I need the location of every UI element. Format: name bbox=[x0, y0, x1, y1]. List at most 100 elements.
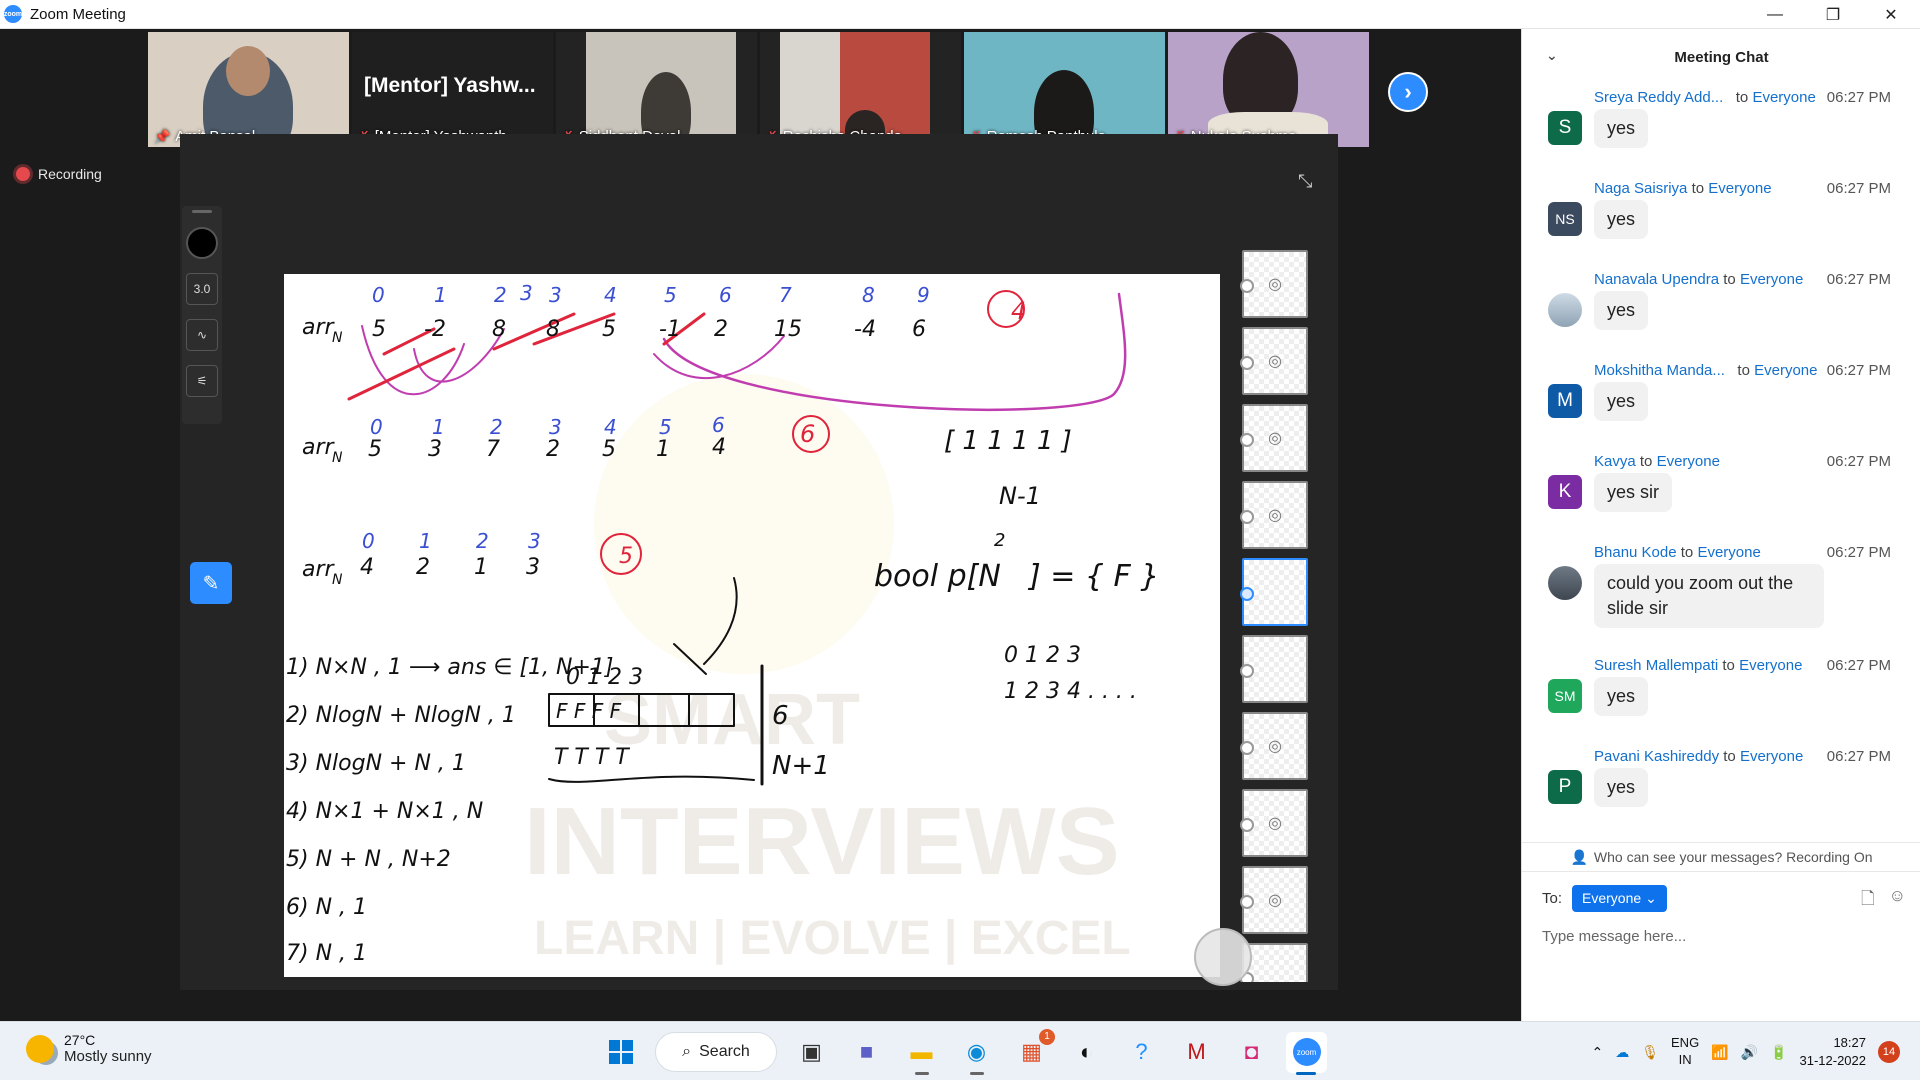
slide-thumbnail[interactable]: ◎ bbox=[1240, 327, 1308, 395]
message-bubble[interactable]: could you zoom out the slide sir bbox=[1594, 564, 1824, 629]
message-recipient[interactable]: Everyone bbox=[1740, 748, 1803, 765]
message-sender[interactable]: Suresh Mallempati bbox=[1594, 657, 1718, 674]
avatar[interactable] bbox=[1548, 293, 1582, 327]
avatar[interactable]: K bbox=[1548, 475, 1582, 509]
slide-thumbnail-active[interactable] bbox=[1240, 558, 1308, 626]
mcafee-icon[interactable]: M bbox=[1176, 1032, 1217, 1073]
collapse-arrows-icon[interactable]: ⤡ bbox=[1298, 171, 1312, 192]
message-recipient[interactable]: Everyone bbox=[1739, 657, 1802, 674]
restore-button[interactable]: ❐ bbox=[1804, 0, 1862, 29]
avatar[interactable]: NS bbox=[1548, 202, 1582, 236]
message-sender[interactable]: Kavya bbox=[1594, 453, 1636, 470]
slide-thumbnail[interactable]: ◎ bbox=[1240, 712, 1308, 780]
message-bubble[interactable]: yes sir bbox=[1594, 473, 1673, 513]
message-bubble[interactable]: yes bbox=[1594, 768, 1649, 808]
message-recipient[interactable]: Everyone bbox=[1657, 453, 1720, 470]
message-input[interactable] bbox=[1542, 922, 1902, 950]
instagram-icon[interactable]: ◘ bbox=[1231, 1032, 1272, 1073]
chevron-down-icon[interactable]: ⌄ bbox=[1546, 47, 1558, 64]
message-bubble[interactable]: yes bbox=[1594, 109, 1649, 149]
participant-tile[interactable]: ✗Ramesh Panthula bbox=[964, 32, 1165, 147]
message-bubble[interactable]: yes bbox=[1594, 291, 1649, 331]
message-recipient[interactable]: Everyone bbox=[1708, 180, 1771, 197]
message-sender[interactable]: Pavani Kashireddy bbox=[1594, 748, 1719, 765]
recipient-dropdown[interactable]: Everyone ⌄ bbox=[1572, 885, 1667, 912]
avatar[interactable]: SM bbox=[1548, 679, 1582, 713]
onedrive-icon[interactable]: ☁ bbox=[1615, 1044, 1629, 1061]
thumb-radio[interactable] bbox=[1240, 433, 1254, 447]
language-indicator[interactable]: ENG IN bbox=[1671, 1035, 1699, 1069]
message-sender[interactable]: Sreya Reddy Add... bbox=[1594, 89, 1723, 106]
microphone-icon[interactable]: 🎙 bbox=[1641, 1044, 1659, 1061]
message-sender[interactable]: Naga Saisriya bbox=[1594, 180, 1687, 197]
battery-icon[interactable]: 🔋 bbox=[1770, 1044, 1787, 1061]
slide-thumbnail[interactable]: ◎ bbox=[1240, 789, 1308, 857]
edge-browser-icon[interactable]: ◉ bbox=[956, 1032, 997, 1075]
task-view-icon[interactable]: ▣ bbox=[791, 1032, 832, 1073]
avatar[interactable] bbox=[1548, 566, 1582, 600]
message-recipient[interactable]: Everyone bbox=[1754, 362, 1817, 379]
participant-tile[interactable]: ✗Siddhant Dayal bbox=[556, 32, 757, 147]
thumb-radio[interactable] bbox=[1240, 356, 1254, 370]
emoji-icon[interactable]: ☺ bbox=[1889, 886, 1906, 915]
weather-widget[interactable]: 27°C Mostly sunny bbox=[26, 1032, 152, 1065]
wifi-icon[interactable]: 📶 bbox=[1711, 1044, 1728, 1061]
whiteboard-canvas[interactable]: SMART INTERVIEWS LEARN | EVOLVE | EXCEL bbox=[284, 274, 1220, 977]
message-sender[interactable]: Mokshitha Manda... bbox=[1594, 362, 1725, 379]
message-recipient[interactable]: Everyone bbox=[1740, 271, 1803, 288]
message-recipient[interactable]: Everyone bbox=[1697, 544, 1760, 561]
file-icon[interactable]: 🗋 bbox=[1861, 886, 1875, 915]
zoom-taskbar-icon[interactable]: zoom bbox=[1286, 1031, 1327, 1075]
privacy-notice[interactable]: 👤 Who can see your messages? Recording O… bbox=[1522, 842, 1920, 872]
participant-tile[interactable]: [Mentor] Yashw... ✗[Mentor] Yashwanth bbox=[352, 32, 553, 147]
participant-tile[interactable]: ✗Nukala Sushma bbox=[1168, 32, 1369, 147]
minimize-button[interactable]: — bbox=[1746, 0, 1804, 29]
slide-thumbnail[interactable]: ◎ bbox=[1240, 866, 1308, 934]
svg-text:3: 3 bbox=[549, 283, 562, 307]
pen-style-button[interactable]: ∿ bbox=[186, 319, 218, 351]
recording-indicator[interactable]: Recording bbox=[16, 166, 102, 182]
slide-thumbnail[interactable] bbox=[1240, 635, 1308, 703]
toolbar-grip[interactable] bbox=[192, 210, 212, 213]
avatar[interactable]: S bbox=[1548, 111, 1582, 145]
chevron-up-icon[interactable]: ⌃ bbox=[1592, 1044, 1604, 1061]
settings-sliders-button[interactable]: ⚟ bbox=[186, 365, 218, 397]
volume-icon[interactable]: 🔊 bbox=[1741, 1044, 1758, 1061]
next-page-button[interactable]: › bbox=[1388, 72, 1428, 112]
pen-tool-button[interactable]: ✎ bbox=[190, 562, 232, 604]
message-sender[interactable]: Nanavala Upendra bbox=[1594, 271, 1719, 288]
color-picker-button[interactable] bbox=[186, 227, 218, 259]
thumb-radio[interactable] bbox=[1240, 664, 1254, 678]
store-icon[interactable]: ▦ 1 bbox=[1011, 1028, 1055, 1073]
notification-badge[interactable]: 14 bbox=[1878, 1041, 1900, 1063]
avatar[interactable]: P bbox=[1548, 770, 1582, 804]
github-icon[interactable]: ◐ bbox=[1066, 1032, 1107, 1073]
file-explorer-icon[interactable]: ▬ bbox=[901, 1032, 942, 1075]
slide-thumbnail[interactable]: ◎ bbox=[1240, 481, 1308, 549]
start-button[interactable] bbox=[600, 1032, 641, 1073]
svg-text:5: 5 bbox=[659, 415, 672, 439]
thumb-radio[interactable] bbox=[1240, 818, 1254, 832]
clock[interactable]: 18:27 31-12-2022 bbox=[1800, 1034, 1867, 1069]
teams-chat-icon[interactable]: ■ bbox=[846, 1032, 887, 1073]
message-sender[interactable]: Bhanu Kode bbox=[1594, 544, 1677, 561]
close-button[interactable]: ✕ bbox=[1862, 0, 1920, 29]
slide-thumbnail[interactable]: ◎ bbox=[1240, 250, 1308, 318]
message-bubble[interactable]: yes bbox=[1594, 677, 1649, 717]
slide-thumbnail[interactable]: ◎ bbox=[1240, 404, 1308, 472]
thumb-radio[interactable] bbox=[1240, 741, 1254, 755]
search-button[interactable]: ⌕ Search bbox=[655, 1032, 777, 1072]
thumb-radio[interactable] bbox=[1240, 510, 1254, 524]
participant-tile[interactable]: 📌Amit Bansal bbox=[148, 32, 349, 147]
thumb-radio[interactable] bbox=[1240, 279, 1254, 293]
thumb-radio[interactable] bbox=[1240, 895, 1254, 909]
message-bubble[interactable]: yes bbox=[1594, 200, 1649, 240]
message-bubble[interactable]: yes bbox=[1594, 382, 1649, 422]
help-icon[interactable]: ? bbox=[1121, 1032, 1162, 1073]
avatar[interactable]: M bbox=[1548, 384, 1582, 418]
slide-thumbnail[interactable] bbox=[1240, 943, 1308, 982]
message-recipient[interactable]: Everyone bbox=[1752, 89, 1815, 106]
thumb-radio[interactable] bbox=[1240, 587, 1254, 601]
line-width-button[interactable]: 3.0 bbox=[186, 273, 218, 305]
participant-tile[interactable]: ✗Rochisha Chanda bbox=[760, 32, 961, 147]
